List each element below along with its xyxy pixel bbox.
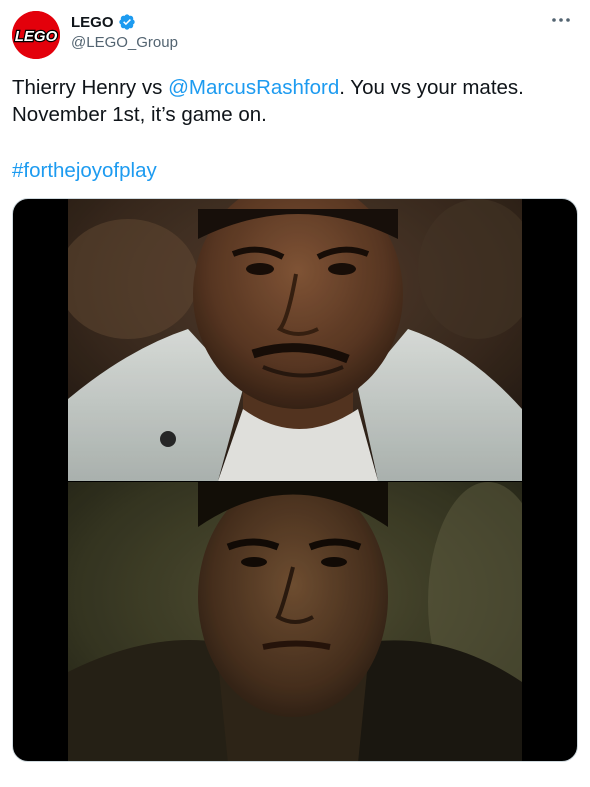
video-media[interactable] — [12, 198, 578, 762]
verified-badge-icon — [118, 13, 136, 31]
more-horizontal-icon — [552, 18, 570, 22]
video-still-bottom — [68, 482, 522, 761]
tweet-text: Thierry Henry vs @MarcusRashford. You vs… — [12, 74, 582, 128]
video-frame-top — [68, 199, 522, 481]
author-handle[interactable]: @LEGO_Group — [71, 34, 178, 51]
display-name[interactable]: LEGO — [71, 14, 114, 31]
lego-logo: LEGO — [12, 11, 60, 59]
tweet: LEGO LEGO @LEGO_Group Thierry Henry vs @… — [0, 0, 590, 787]
hashtag-link[interactable]: #forthejoyofplay — [12, 159, 157, 182]
video-frame-bottom — [68, 482, 522, 761]
svg-text:LEGO: LEGO — [15, 28, 58, 45]
video-still-top — [68, 199, 522, 481]
author-name-row[interactable]: LEGO — [71, 13, 136, 31]
avatar[interactable]: LEGO — [12, 11, 60, 59]
more-options-button[interactable] — [544, 8, 578, 32]
tweet-text-part1: Thierry Henry vs — [12, 76, 169, 99]
hashtag-line: #forthejoyofplay — [12, 157, 157, 184]
mention-link[interactable]: @MarcusRashford — [168, 76, 339, 99]
